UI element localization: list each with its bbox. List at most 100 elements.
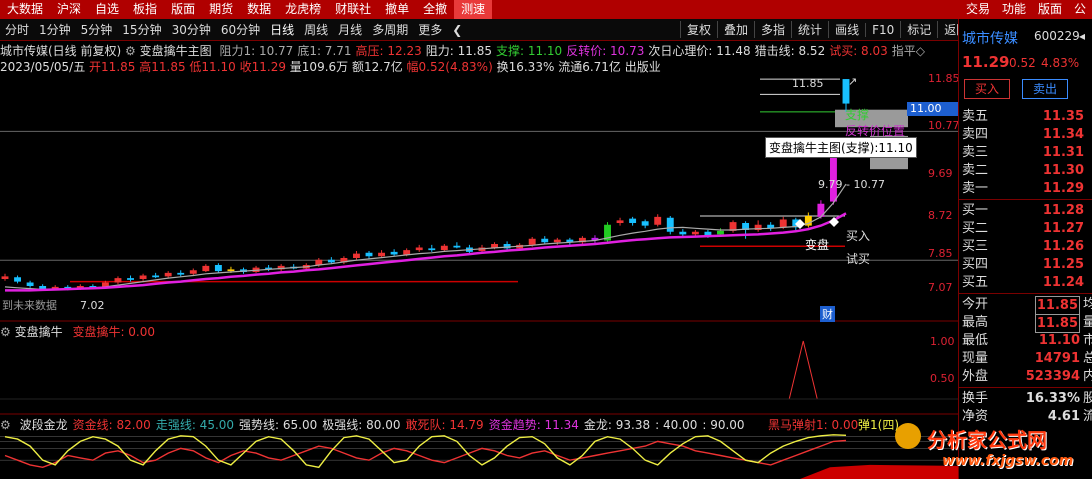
quote-panel: 城市传媒 600229 ◂ 11.29 0.52 4.83% 买入 卖出 卖五 1… (958, 19, 1092, 479)
top-menu-item-9[interactable]: 撤单 (378, 0, 416, 19)
candle-body (541, 238, 549, 243)
stat-row-1: 最高 11.85 量 (962, 314, 1092, 333)
bid-row-4[interactable]: 买五 11.24 (962, 274, 1092, 291)
candle-body (679, 231, 687, 235)
top-menu-item-2[interactable]: 自选 (88, 0, 126, 19)
candle-body (127, 278, 134, 280)
ask-label: 卖三 (962, 145, 989, 160)
sub1-value: 变盘擒牛: 0.00 (72, 325, 156, 339)
ask-row-0[interactable]: 卖五 11.35 (962, 108, 1092, 125)
candle-body (528, 238, 536, 245)
quote-stock-code: 600229 (1034, 29, 1080, 43)
candle-body (440, 245, 448, 251)
stat-extra: 均 (1082, 297, 1092, 312)
candle-body (666, 217, 674, 232)
sub2-value-5: 敢死队: 14.79 (405, 418, 484, 432)
stat-value: 523394 (1025, 369, 1080, 384)
sub2-value-7: 金龙: 93.38 (583, 418, 651, 432)
sub1-title[interactable]: 变盘擒牛 (15, 325, 63, 339)
candle-body (453, 245, 461, 248)
candle-body (327, 259, 335, 263)
candle-body (164, 272, 172, 277)
watermark-url: www.fxjgsw.com (942, 453, 1074, 469)
main-axis-label-0: 11.85 (928, 72, 960, 86)
annotation-range: 9.79 - 10.77 (818, 178, 885, 191)
top-menu-item-7[interactable]: 龙虎榜 (278, 0, 328, 19)
ask-price: 11.30 (1042, 163, 1084, 178)
top-menu-right-item-1[interactable]: 功能 (996, 0, 1032, 19)
sub1-gear-icon[interactable]: ⚙ (0, 325, 11, 339)
quote-menu-icon[interactable]: ◂ (1079, 29, 1085, 43)
sub2-gear-icon[interactable]: ⚙ (0, 418, 11, 432)
ask-row-1[interactable]: 卖四 11.34 (962, 126, 1092, 143)
sub2-value-2: 走强线: 45.00 (155, 418, 235, 432)
ask-row-4[interactable]: 卖一 11.29 (962, 180, 1092, 197)
bid-label: 买一 (962, 203, 989, 218)
ask-row-3[interactable]: 卖二 11.30 (962, 162, 1092, 179)
candle-body (189, 270, 197, 274)
bid-row-3[interactable]: 买四 11.25 (962, 256, 1092, 273)
top-menu-item-10[interactable]: 全撤 (416, 0, 454, 19)
top-menu-item-5[interactable]: 期货 (202, 0, 240, 19)
ask-label: 卖二 (962, 163, 989, 178)
sub2-series-line (4, 439, 847, 469)
main-axis-label-2: 9.69 (928, 166, 953, 180)
candle-body (390, 251, 398, 255)
stat-row-2: 最低 11.10 市 (962, 332, 1092, 349)
candle-body (152, 275, 160, 278)
stat-label: 今开 (962, 297, 989, 312)
top-menu-item-11[interactable]: 测速 (454, 0, 493, 19)
sub2-value-4: 极强线: 80.00 (322, 418, 401, 432)
ask-label: 卖五 (962, 109, 989, 124)
stat-extra: 市 (1082, 333, 1092, 348)
sell-button[interactable]: 卖出 (1022, 79, 1068, 99)
stat-value: 11.85 (1034, 296, 1080, 315)
sub2-header: ⚙ 波段金龙 资金线: 82.00 走强线: 45.00 强势线: 65.00 极强线:… (0, 416, 745, 433)
top-menu-right-item-0[interactable]: 交易 (960, 0, 996, 19)
extra-stat-label: 换手 (962, 391, 989, 406)
candle-body (139, 275, 147, 279)
candle-body (641, 221, 649, 226)
bid-label: 买三 (962, 239, 989, 254)
top-menu-item-6[interactable]: 数据 (240, 0, 278, 19)
ask-label: 卖四 (962, 127, 989, 142)
annotation-change: 变盘 (805, 238, 830, 252)
top-menu-item-0[interactable]: 大数据 (0, 0, 50, 19)
sub2-right-label: 黑马弹射1: 0.00 (768, 418, 859, 432)
finance-marker-icon[interactable]: 财 (820, 306, 835, 322)
bid-price: 11.24 (1042, 275, 1084, 290)
turnover-divider (959, 387, 1092, 388)
top-menu-item-4[interactable]: 版面 (164, 0, 202, 19)
current-price-tag: 11.00 (907, 102, 960, 116)
top-menu-right-item-2[interactable]: 版面 (1032, 0, 1068, 19)
bid-row-1[interactable]: 买二 11.27 (962, 220, 1092, 237)
bid-label: 买二 (962, 221, 989, 236)
candle-body (415, 247, 423, 251)
candle-body (114, 278, 122, 283)
main-axis-label-5: 7.07 (928, 281, 953, 295)
annotation-buy: 买入 (846, 229, 871, 243)
stat-row-4: 外盘 523394 内 (962, 368, 1092, 385)
bid-row-2[interactable]: 买三 11.26 (962, 238, 1092, 255)
top-menu-item-3[interactable]: 板指 (126, 0, 164, 19)
buy-button[interactable]: 买入 (964, 79, 1010, 99)
top-menu-item-8[interactable]: 财联社 (328, 0, 378, 19)
watermark-title: 分析家公式网 (927, 428, 1047, 452)
extra-stat-label: 净资 (962, 409, 989, 424)
stat-extra: 总 (1082, 351, 1092, 366)
top-menu-right-item-3[interactable]: 公 (1068, 0, 1092, 19)
candle-body (654, 216, 662, 225)
candle-body (717, 230, 724, 235)
top-menu-item-1[interactable]: 沪深 (50, 0, 88, 19)
bid-price: 11.27 (1042, 221, 1084, 236)
sub2-value-6: 资金趋势: 11.34 (488, 418, 579, 432)
extra-stat-extra: 流 (1082, 409, 1092, 424)
ask-row-2[interactable]: 卖三 11.31 (962, 144, 1092, 161)
stat-extra: 量 (1082, 315, 1092, 330)
bid-row-0[interactable]: 买一 11.28 (962, 202, 1092, 219)
candle-body (428, 248, 436, 251)
sub1-header: ⚙ 变盘擒牛 变盘擒牛: 0.00 (0, 323, 155, 340)
bid-label: 买五 (962, 275, 989, 290)
stat-value: 14791 (1034, 351, 1080, 366)
ask-label: 卖一 (962, 181, 989, 196)
